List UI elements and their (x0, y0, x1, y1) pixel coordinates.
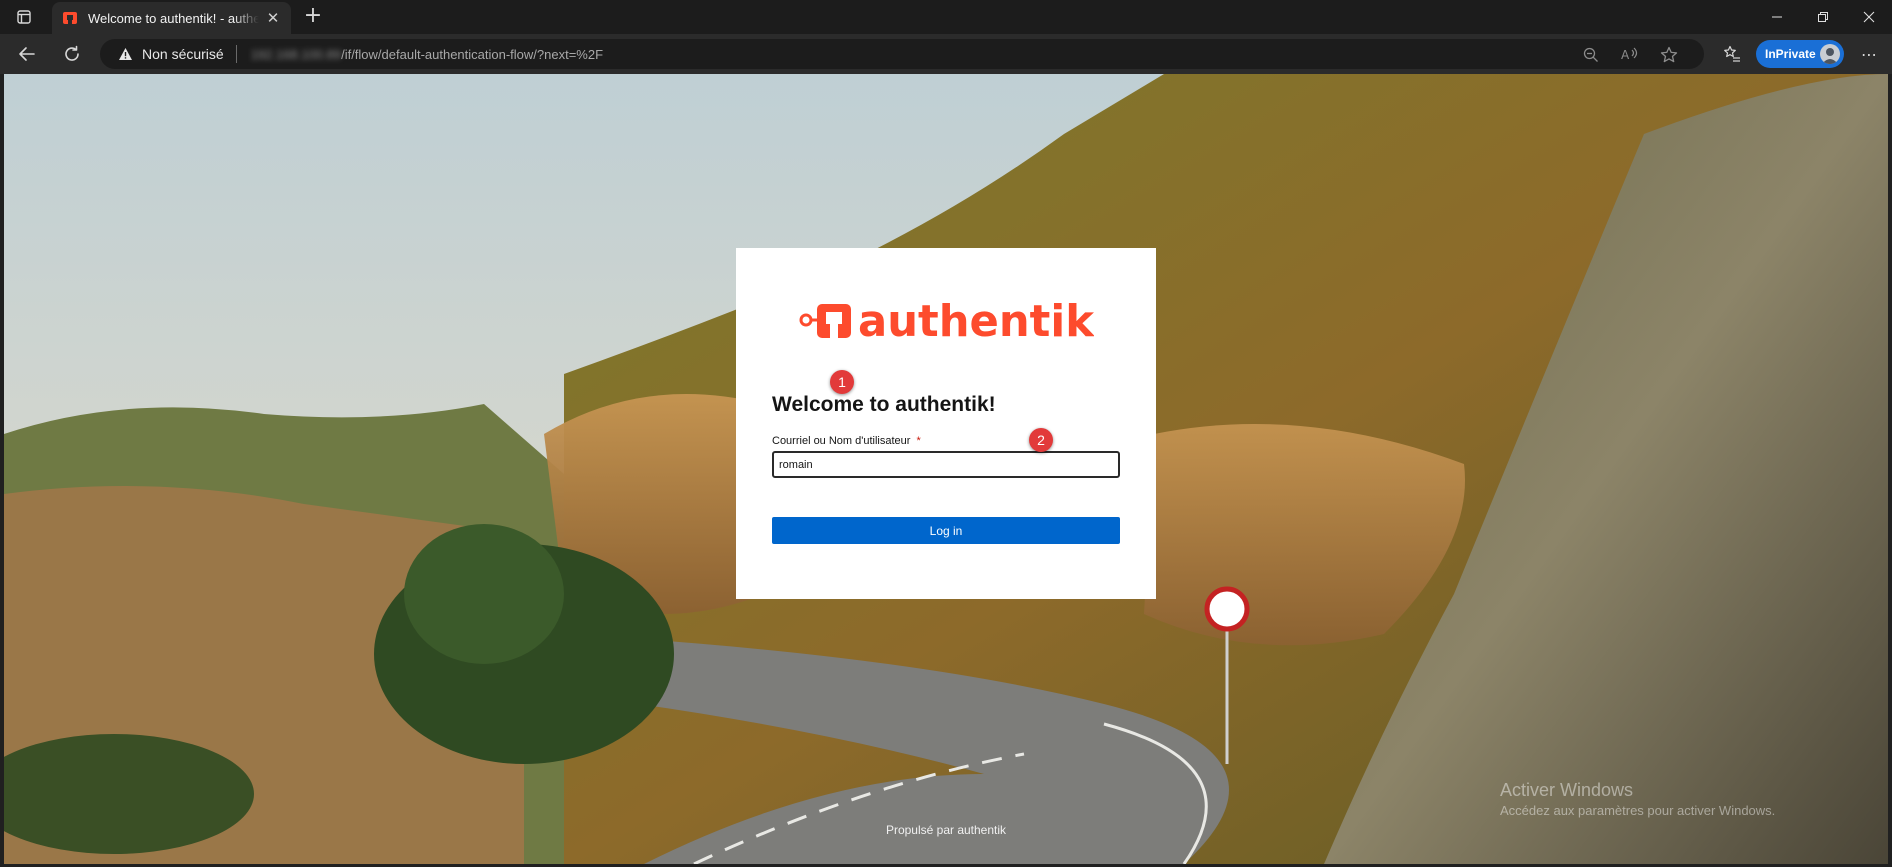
activation-title: Activer Windows (1500, 780, 1634, 800)
address-host: 192.168.100.89 (250, 46, 342, 62)
zoom-out-icon[interactable] (1582, 46, 1600, 64)
page-viewport: authentik Welcome to authentik! Courriel… (4, 74, 1888, 864)
annotation-marker-2: 2 (1029, 428, 1053, 452)
svg-text:A: A (1621, 48, 1630, 62)
activation-subtitle: Accédez aux paramètres pour activer Wind… (1500, 803, 1776, 818)
browser-titlebar: Welcome to authentik! - authentik ✕ + (0, 0, 1892, 34)
back-arrow-icon[interactable] (14, 42, 40, 66)
tab-close-icon[interactable]: ✕ (265, 9, 281, 27)
tab-actions-icon[interactable] (10, 7, 38, 27)
favorites-bar-icon[interactable] (1719, 42, 1745, 66)
inprivate-label: InPrivate (1765, 47, 1816, 61)
profile-avatar-icon (1820, 44, 1840, 64)
address-bar[interactable]: Non sécurisé 192.168.100.89 /if/flow/def… (100, 39, 1704, 69)
favorite-star-icon[interactable] (1660, 46, 1678, 64)
minimize-button[interactable] (1754, 0, 1800, 34)
security-status-label[interactable]: Non sécurisé (142, 46, 224, 62)
powered-by-link[interactable]: Propulsé par authentik (4, 823, 1888, 837)
svg-text:authentik: authentik (858, 298, 1094, 342)
restore-button[interactable] (1800, 0, 1846, 34)
browser-tab-active[interactable]: Welcome to authentik! - authentik ✕ (52, 2, 291, 34)
new-tab-button[interactable]: + (301, 5, 325, 29)
username-label: Courriel ou Nom d'utilisateur * (772, 435, 921, 447)
username-input[interactable] (772, 451, 1120, 478)
windows-activation-watermark: Activer Windows Accédez aux paramètres p… (1500, 780, 1775, 818)
address-separator (235, 45, 237, 63)
browser-toolbar: Non sécurisé 192.168.100.89 /if/flow/def… (0, 34, 1892, 74)
warning-icon (119, 48, 132, 60)
authentik-logo: authentik (799, 298, 1094, 342)
login-button[interactable]: Log in (772, 517, 1120, 544)
login-card: authentik Welcome to authentik! Courriel… (736, 248, 1156, 599)
authentik-favicon (63, 12, 77, 24)
annotation-marker-1: 1 (830, 370, 854, 394)
close-window-button[interactable] (1846, 0, 1892, 34)
more-options-button[interactable]: ⋯ (1856, 42, 1882, 66)
address-path: /if/flow/default-authentication-flow/?ne… (341, 46, 604, 62)
read-aloud-icon[interactable]: A (1621, 46, 1639, 64)
required-marker: * (916, 435, 921, 447)
inprivate-badge[interactable]: InPrivate (1756, 40, 1844, 68)
refresh-icon[interactable] (59, 42, 85, 66)
username-label-text: Courriel ou Nom d'utilisateur (772, 435, 911, 447)
login-heading: Welcome to authentik! (772, 393, 996, 416)
tab-title: Welcome to authentik! - authentik (88, 10, 259, 26)
